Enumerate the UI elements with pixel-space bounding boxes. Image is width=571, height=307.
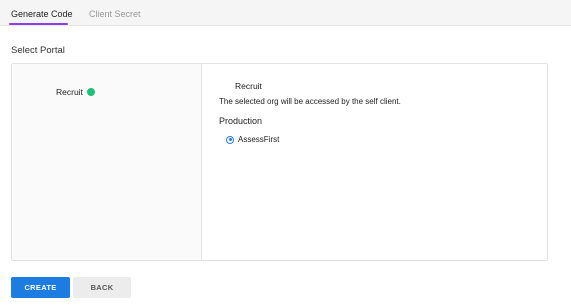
- tab-generate-code[interactable]: Generate Code: [11, 9, 73, 20]
- create-button[interactable]: CREATE: [11, 277, 70, 298]
- portal-item-recruit[interactable]: Recruit: [56, 87, 95, 97]
- portal-detail-title: Recruit: [235, 81, 262, 91]
- org-option-assessfirst[interactable]: AssessFirst: [226, 135, 279, 144]
- back-button[interactable]: BACK: [73, 277, 131, 298]
- portal-panel: Recruit Recruit The selected org will be…: [11, 63, 548, 261]
- section-title: Select Portal: [11, 45, 65, 56]
- status-dot-icon: [86, 88, 95, 96]
- environment-label: Production: [219, 116, 263, 126]
- portal-list: Recruit: [12, 64, 202, 260]
- radio-selected-icon[interactable]: [226, 135, 234, 144]
- org-option-label: AssessFirst: [238, 135, 280, 144]
- tab-client-secret[interactable]: Client Secret: [89, 9, 141, 20]
- active-tab-indicator: [9, 23, 68, 25]
- tab-bar: Generate Code Client Secret: [0, 0, 571, 26]
- portal-detail-description: The selected org will be accessed by the…: [219, 97, 401, 106]
- portal-item-label: Recruit: [56, 87, 83, 97]
